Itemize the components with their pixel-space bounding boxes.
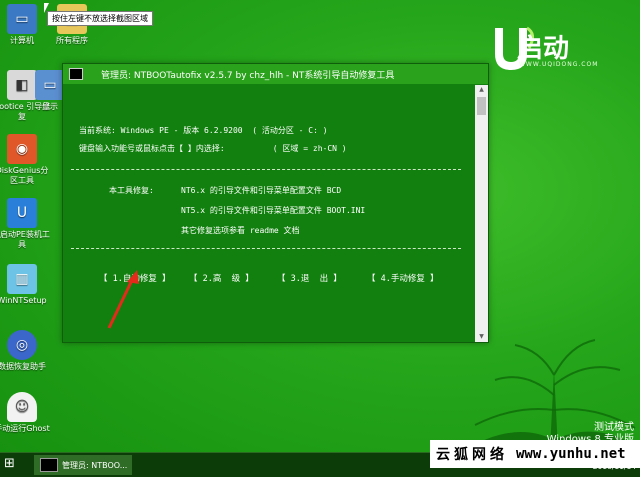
divider-top <box>71 169 461 170</box>
desktop-icon-label: 数据恢复助手 <box>0 362 46 371</box>
ghost-icon: ☺ <box>7 392 37 422</box>
menu-manual-repair[interactable]: 【 4.手动修复 】 <box>367 274 438 285</box>
desktop-icon-label: DiskGenius分区工具 <box>0 166 49 185</box>
logo-text: 启动 <box>517 34 570 64</box>
divider-bottom <box>71 248 461 249</box>
desktop-icon-diskgenius[interactable]: ◉ DiskGenius分区工具 <box>0 134 52 186</box>
tool-title: 本工具修复: <box>109 186 154 195</box>
data-recovery-icon: ◎ <box>7 330 37 360</box>
desktop-icon-label: U启动PE装机工具 <box>0 230 50 249</box>
scroll-thumb[interactable] <box>477 97 486 115</box>
taskbar-item-label: 管理员: NTBOO... <box>62 460 128 470</box>
desktop-icon-winntsetup[interactable]: ▥ WinNTSetup <box>0 264 52 306</box>
window-title: 管理员: NTBOOTautofix v2.5.7 by chz_hlh - N… <box>101 70 395 81</box>
tooltip: 按住左键不放选择截图区域 <box>47 11 153 26</box>
desktop-icon-ghost[interactable]: ☺ 手动运行Ghost <box>0 392 52 434</box>
nt6-line: NT6.x 的引导文件和引导菜单配置文件 BCD <box>181 186 342 195</box>
scroll-down-icon[interactable]: ▼ <box>475 332 488 342</box>
taskbar-item-console[interactable]: 管理员: NTBOO... <box>34 455 132 475</box>
prompt-line: 键盘输入功能号或鼠标点击【 】内选择: ( 区域 = zh-CN ) <box>79 144 347 153</box>
scroll-up-icon[interactable]: ▲ <box>475 85 488 95</box>
site-url: www.yunhu.net <box>516 446 626 462</box>
site-watermark: 云狐网络 www.yunhu.net <box>430 440 640 468</box>
system-line: 当前系统: Windows PE - 版本 6.2.9200 ( 活动分区 - … <box>79 126 328 135</box>
logo-url: WWW.UQIDONG.COM <box>519 61 599 68</box>
desktop-icon-uqidong[interactable]: U U启动PE装机工具 <box>0 198 52 250</box>
desktop-icon-label: 手动运行Ghost <box>0 424 50 433</box>
nt5-line: NT5.x 的引导文件和引导菜单配置文件 BOOT.INI <box>181 206 366 215</box>
console-app-icon <box>69 68 83 80</box>
window-titlebar[interactable]: 管理员: NTBOOTautofix v2.5.7 by chz_hlh - N… <box>63 64 488 85</box>
other-line: 其它修复选项参看 readme 文档 <box>181 226 300 235</box>
menu-exit[interactable]: 【 3.退 出 】 <box>277 274 342 285</box>
desktop-icon-data-recovery[interactable]: ◎ 数据恢复助手 <box>0 330 52 372</box>
console-task-icon <box>40 458 58 472</box>
diskgenius-icon: ◉ <box>7 134 37 164</box>
site-name: 云狐网络 <box>436 447 508 463</box>
computer-icon: ▭ <box>7 4 37 34</box>
winntsetup-icon: ▥ <box>7 264 37 294</box>
start-button[interactable]: ⊞ <box>4 456 24 474</box>
menu-advanced[interactable]: 【 2.高 级 】 <box>189 274 254 285</box>
display-icon: ▭ <box>35 70 65 100</box>
uqidong-icon: U <box>7 198 37 228</box>
desktop-icon-label: WinNTSetup <box>0 296 47 305</box>
desktop-icon-label: 所有程序 <box>56 36 88 45</box>
red-arrow-annotation <box>107 270 139 329</box>
console-scrollbar[interactable]: ▲ ▼ <box>475 85 488 342</box>
